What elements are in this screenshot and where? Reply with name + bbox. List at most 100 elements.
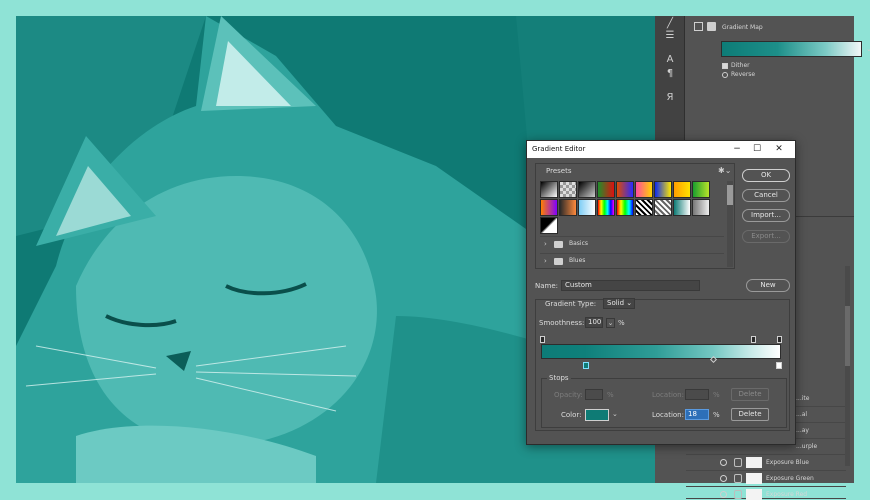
presets-panel: Presets ✱⌄ › Basics › Blues (535, 163, 735, 269)
chevron-down-icon[interactable]: ⌄ (866, 45, 870, 53)
dither-checkbox-row[interactable]: Dither (722, 62, 750, 69)
reverse-radio-row[interactable]: Reverse (722, 71, 755, 78)
preset-folder-blues[interactable]: › Blues (540, 253, 724, 268)
opacity-stop-left[interactable] (540, 336, 545, 343)
maximize-icon[interactable]: ☐ (749, 143, 765, 155)
layer-row[interactable]: Exposure Green (686, 471, 846, 487)
opacity-stop-right[interactable] (777, 336, 782, 343)
opacity-stop-mid[interactable] (751, 336, 756, 343)
dither-checkbox[interactable] (722, 62, 728, 69)
minimize-icon[interactable]: − (729, 143, 745, 155)
preset-swatch[interactable] (616, 199, 634, 216)
color-stop-right[interactable] (776, 362, 782, 369)
preset-swatch[interactable] (635, 181, 653, 198)
layers-scrollbar[interactable] (845, 266, 850, 466)
layer-name: ...ite (796, 395, 810, 402)
new-button[interactable]: New (746, 279, 790, 292)
gradient-type-value: Solid (607, 299, 625, 307)
smoothness-dropdown[interactable]: ⌄ (606, 318, 615, 328)
chevron-right-icon[interactable]: › (544, 240, 547, 248)
brush-tool-icon[interactable]: ╱ (664, 18, 676, 30)
smoothness-label: Smoothness: (539, 319, 585, 327)
preset-swatch[interactable] (692, 181, 710, 198)
preset-swatch[interactable] (578, 199, 596, 216)
presets-scrollbar[interactable] (727, 181, 733, 267)
delete-opacity-stop-button[interactable]: Delete (731, 388, 769, 401)
layer-name: ...al (796, 411, 808, 418)
color-label: Color: (561, 411, 582, 419)
dialog-title: Gradient Editor (532, 145, 586, 153)
preset-swatch-grid (540, 181, 724, 235)
preset-swatch[interactable] (540, 181, 558, 198)
adjustment-layer-icon (734, 458, 742, 467)
preset-swatch[interactable] (540, 217, 558, 234)
folder-label: Basics (569, 240, 589, 247)
scrollbar-thumb[interactable] (727, 185, 733, 205)
layer-name: Exposure Blue (766, 459, 809, 466)
close-icon[interactable]: ✕ (771, 143, 787, 155)
preset-swatch[interactable] (654, 199, 672, 216)
eye-icon[interactable] (720, 459, 727, 466)
chevron-right-icon[interactable]: › (544, 257, 547, 265)
opacity-location-field[interactable] (685, 389, 709, 400)
paragraph-icon[interactable]: ¶ (664, 68, 676, 80)
ok-button[interactable]: OK (742, 169, 790, 182)
percent-label: % (713, 391, 720, 399)
reverse-label: Reverse (731, 71, 756, 78)
preset-swatch[interactable] (635, 199, 653, 216)
cancel-button[interactable]: Cancel (742, 189, 790, 202)
opacity-location-label: Location: (652, 391, 684, 399)
color-location-label: Location: (652, 411, 684, 419)
opacity-label: Opacity: (554, 391, 583, 399)
layer-name: Exposure Green (766, 475, 814, 482)
stop-color-swatch[interactable] (585, 409, 609, 421)
gradient-map-preview[interactable] (721, 41, 862, 57)
percent-label: % (607, 391, 614, 399)
preset-swatch[interactable] (692, 199, 710, 216)
gradient-editor-dialog: Gradient Editor − ☐ ✕ Presets ✱⌄ › Basic… (526, 140, 796, 445)
color-stop-selected[interactable] (583, 362, 589, 369)
layer-mask-thumbnail[interactable] (746, 473, 762, 484)
preset-swatch[interactable] (673, 199, 691, 216)
preset-swatch[interactable] (597, 181, 615, 198)
chevron-down-icon: ⌄ (626, 299, 633, 307)
layer-mask-thumbnail[interactable] (746, 489, 762, 500)
gradient-preview-bar[interactable] (541, 344, 781, 359)
eye-icon[interactable] (720, 475, 727, 482)
color-location-field[interactable]: 18 (685, 409, 709, 420)
preset-swatch[interactable] (673, 181, 691, 198)
glyph-icon[interactable]: Я (664, 92, 676, 104)
export-button[interactable]: Export... (742, 230, 790, 243)
layer-mask-thumbnail[interactable] (746, 457, 762, 468)
chevron-down-icon[interactable]: ⌄ (612, 410, 618, 418)
gradient-type-select[interactable]: Solid ⌄ (603, 298, 635, 309)
preset-swatch[interactable] (559, 199, 577, 216)
character-icon[interactable]: A (664, 54, 676, 66)
opacity-field[interactable] (585, 389, 603, 400)
preset-swatch[interactable] (559, 181, 577, 198)
layer-row[interactable]: Exposure Blue (686, 455, 846, 471)
preset-swatch[interactable] (654, 181, 672, 198)
reverse-toggle[interactable] (722, 71, 728, 78)
import-button[interactable]: Import... (742, 209, 790, 222)
preset-swatch[interactable] (616, 181, 634, 198)
preset-folder-basics[interactable]: › Basics (540, 236, 724, 251)
dialog-titlebar[interactable]: Gradient Editor − ☐ ✕ (527, 141, 795, 158)
preset-swatch[interactable] (578, 181, 596, 198)
delete-color-stop-button[interactable]: Delete (731, 408, 769, 421)
presets-label: Presets (546, 167, 572, 175)
layer-row[interactable]: Exposure Red (686, 487, 846, 500)
preset-swatch[interactable] (540, 199, 558, 216)
preset-swatch[interactable] (597, 199, 615, 216)
layer-name: ...ay (796, 427, 809, 434)
scrollbar-thumb[interactable] (845, 306, 850, 366)
sliders-icon[interactable]: ☰ (664, 30, 676, 42)
gear-icon[interactable]: ✱⌄ (718, 166, 731, 175)
layer-name: Exposure Red (766, 491, 808, 498)
dither-label: Dither (731, 62, 750, 69)
folder-icon (554, 258, 563, 265)
eye-icon[interactable] (720, 491, 727, 498)
percent-label: % (618, 319, 625, 327)
name-field[interactable]: Custom (561, 280, 700, 291)
smoothness-field[interactable]: 100 (585, 317, 603, 328)
